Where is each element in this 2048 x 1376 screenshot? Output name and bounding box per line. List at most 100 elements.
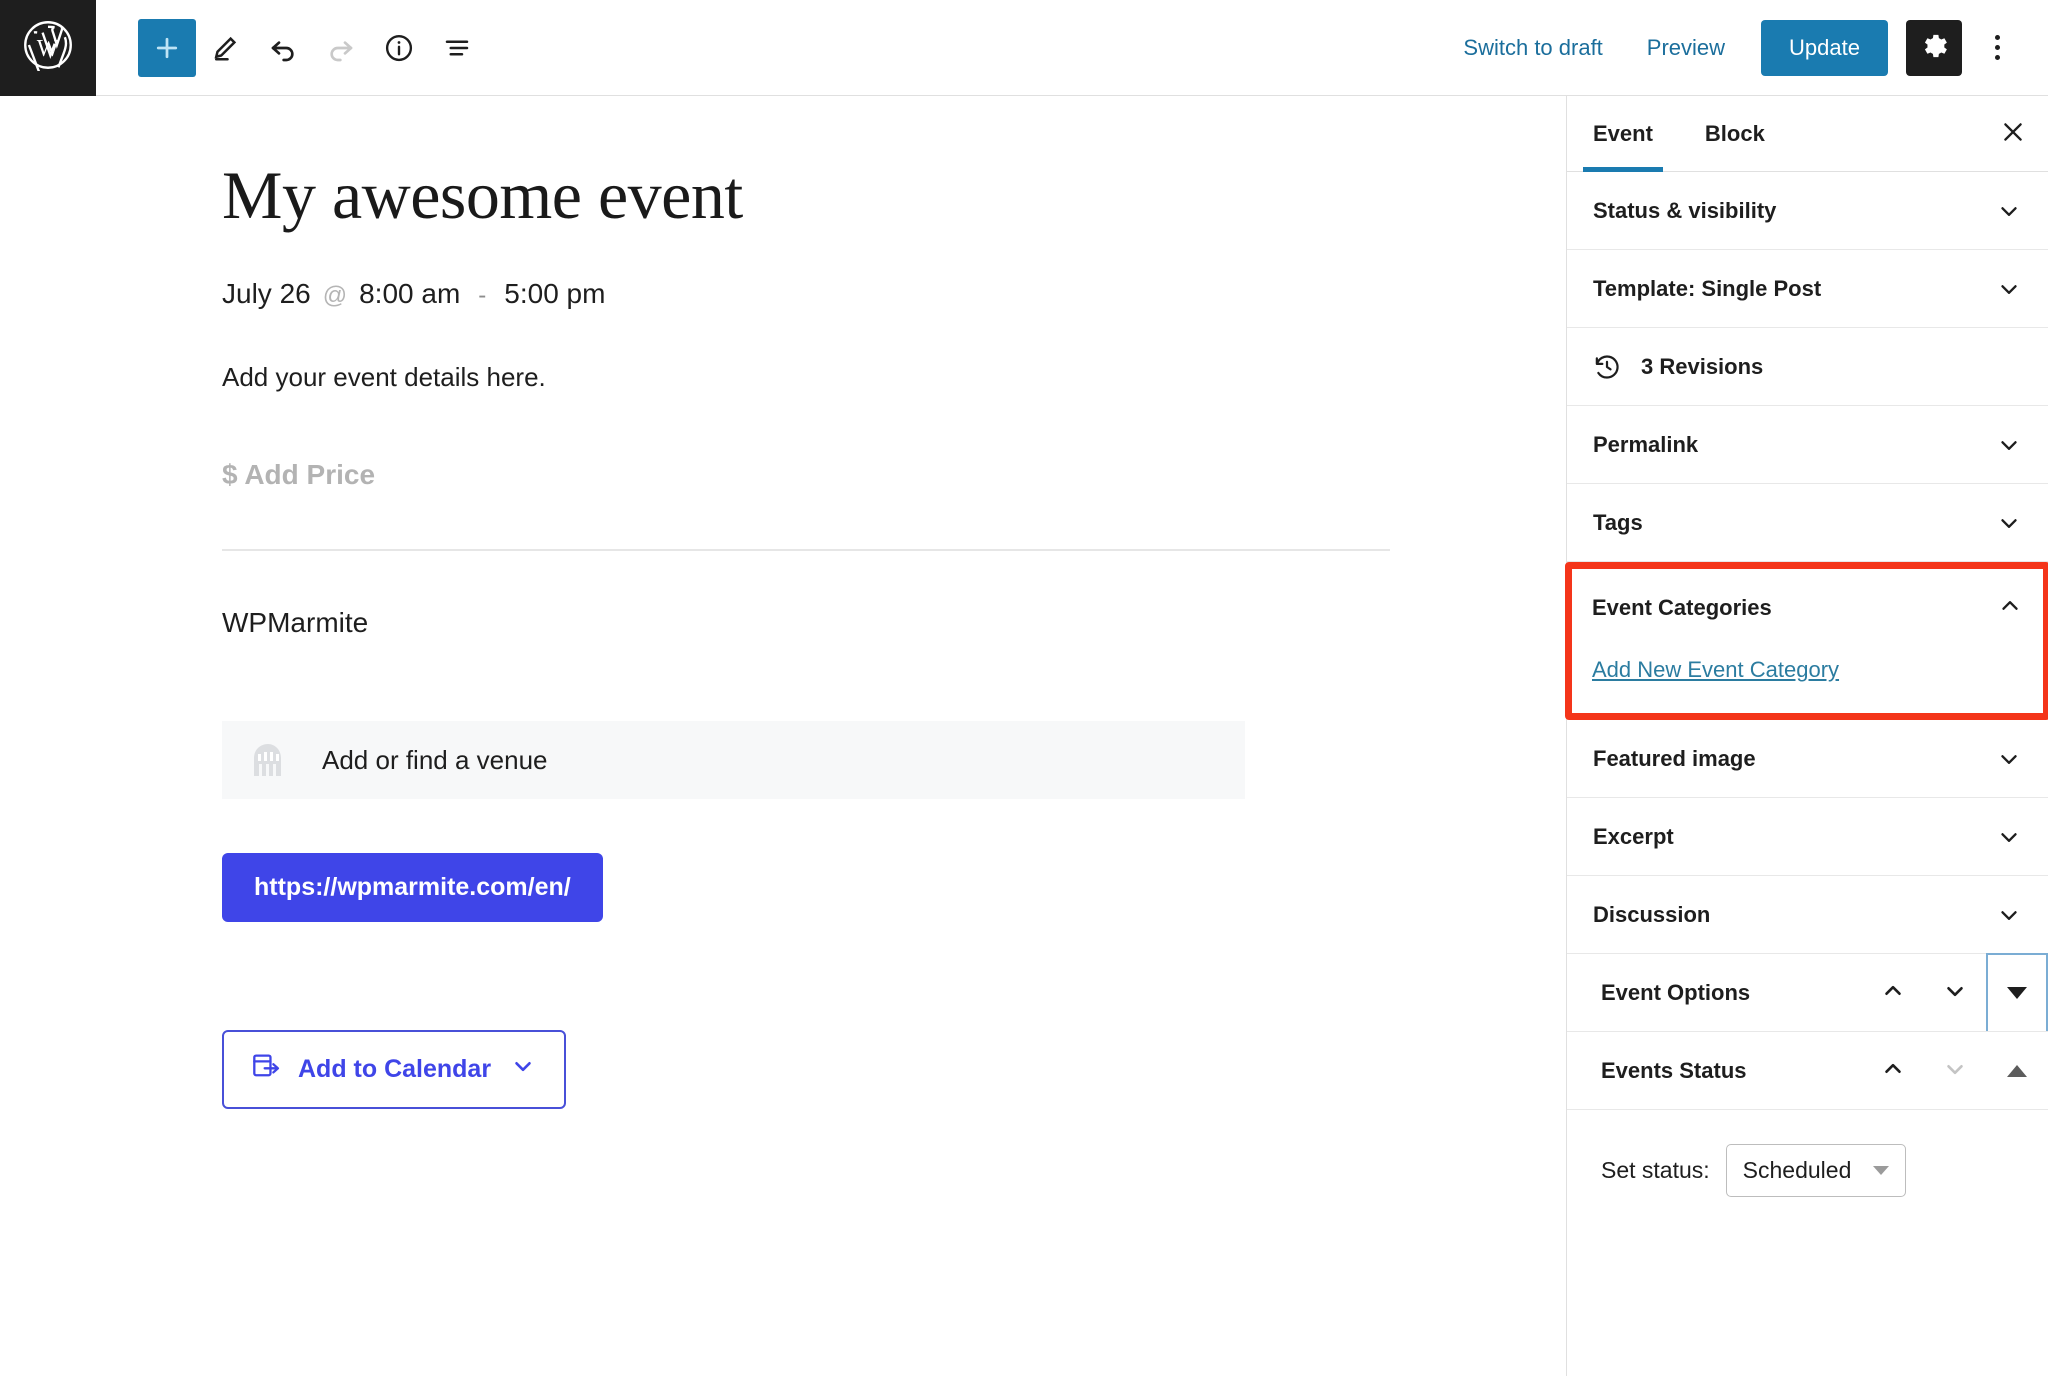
panel-label: Discussion: [1593, 901, 1711, 927]
metabox-events-status: Events Status: [1567, 1032, 2048, 1110]
settings-sidebar: Event Block Status & visibility Template…: [1565, 96, 2048, 1376]
revisions-clock-icon: [1593, 353, 1621, 381]
panel-template[interactable]: Template: Single Post: [1567, 250, 2048, 328]
panel-discussion[interactable]: Discussion: [1567, 876, 2048, 954]
wordpress-logo-icon: W: [22, 19, 74, 76]
list-view-icon: [442, 33, 472, 63]
caret-down-icon: [1873, 1166, 1890, 1175]
undo-button[interactable]: [254, 19, 312, 77]
move-down-button-disabled: [1924, 1032, 1986, 1109]
move-up-button[interactable]: [1862, 954, 1924, 1031]
chevron-down-icon: [1996, 824, 2022, 850]
event-categories-highlight: Event Categories Add New Event Category: [1565, 562, 2048, 720]
event-organizer[interactable]: WPMarmite: [222, 607, 1566, 639]
event-end-time[interactable]: 5:00 pm: [504, 278, 605, 310]
chevron-down-icon: [1996, 510, 2022, 536]
panel-label: Featured image: [1593, 745, 1756, 771]
panel-label: Permalink: [1593, 431, 1699, 457]
chevron-up-icon: [1880, 1056, 1906, 1085]
gear-icon: [1919, 31, 1949, 64]
toggle-panel-button[interactable]: [1986, 1032, 2048, 1109]
move-up-button[interactable]: [1862, 1032, 1924, 1109]
event-categories-body: Add New Event Category: [1572, 647, 2043, 713]
add-block-button[interactable]: [138, 18, 196, 77]
details-button[interactable]: [370, 19, 428, 77]
panel-excerpt[interactable]: Excerpt: [1567, 798, 2048, 876]
close-sidebar-button[interactable]: [1978, 96, 2048, 171]
chevron-down-icon: [1996, 198, 2022, 224]
set-status-label: Set status:: [1601, 1157, 1710, 1183]
metabox-controls: [1862, 953, 2048, 1031]
panel-status-visibility[interactable]: Status & visibility: [1567, 172, 2048, 250]
chevron-down-icon: [1942, 978, 1968, 1007]
venue-building-icon: [248, 742, 288, 778]
edit-tool-button[interactable]: [196, 19, 254, 77]
time-range-dash: -: [478, 282, 487, 310]
calendar-export-icon: [252, 1052, 282, 1087]
at-symbol: @: [322, 282, 348, 310]
page-title[interactable]: My awesome event: [222, 156, 1566, 234]
panel-revisions[interactable]: 3 Revisions: [1567, 328, 2048, 406]
update-button[interactable]: Update: [1761, 19, 1888, 76]
more-options-button[interactable]: [1972, 20, 2022, 76]
event-datetime-row: July 26 @ 8:00 am - 5:00 pm: [222, 278, 1566, 310]
metabox-label: Events Status: [1601, 1057, 1747, 1083]
caret-down-icon: [2007, 987, 2027, 999]
event-start-time[interactable]: 8:00 am: [359, 278, 460, 310]
wordpress-logo-button[interactable]: W: [0, 0, 96, 96]
chevron-up-icon: [1997, 593, 2023, 624]
redo-button[interactable]: [312, 19, 370, 77]
panel-event-categories[interactable]: Event Categories: [1572, 569, 2043, 647]
caret-up-icon: [2007, 1064, 2027, 1077]
chevron-down-icon: [510, 1053, 536, 1086]
panel-featured-image[interactable]: Featured image: [1567, 720, 2048, 798]
panel-tags[interactable]: Tags: [1567, 484, 2048, 562]
chevron-down-icon: [1996, 276, 2022, 302]
set-status-value: Scheduled: [1742, 1157, 1852, 1183]
post-editor-canvas: My awesome event July 26 @ 8:00 am - 5:0…: [0, 96, 1566, 1376]
close-icon: [1999, 118, 2027, 149]
chevron-down-icon: [1996, 432, 2022, 458]
add-to-calendar-button[interactable]: Add to Calendar: [222, 1030, 566, 1110]
panel-label: Template: Single Post: [1593, 275, 1822, 301]
pencil-icon: [210, 33, 240, 63]
plus-icon: [152, 33, 182, 63]
metabox-label: Event Options: [1601, 979, 1751, 1005]
event-description[interactable]: Add your event details here.: [222, 358, 1566, 397]
kebab-menu-icon: [1994, 35, 2000, 60]
event-date[interactable]: July 26: [222, 278, 311, 310]
panel-label: Event Categories: [1592, 595, 1772, 620]
tab-block[interactable]: Block: [1679, 96, 1791, 171]
panel-permalink[interactable]: Permalink: [1567, 406, 2048, 484]
chevron-down-icon: [1996, 902, 2022, 928]
set-status-select[interactable]: Scheduled: [1725, 1144, 1907, 1197]
event-website-button[interactable]: https://wpmarmite.com/en/: [222, 853, 603, 923]
add-venue-field[interactable]: Add or find a venue: [222, 721, 1245, 800]
add-to-calendar-label: Add to Calendar: [298, 1055, 492, 1084]
top-toolbar: W Switch to draft Preview Update: [0, 0, 2048, 96]
info-circle-icon: [384, 33, 414, 63]
add-price-placeholder[interactable]: $ Add Price: [222, 459, 1566, 491]
panel-label: Excerpt: [1593, 823, 1674, 849]
section-divider: [222, 549, 1390, 552]
add-new-event-category-link[interactable]: Add New Event Category: [1592, 657, 1839, 683]
list-view-button[interactable]: [428, 19, 486, 77]
metabox-controls: [1862, 1032, 2048, 1109]
panel-label: Status & visibility: [1593, 197, 1777, 223]
venue-placeholder-label: Add or find a venue: [322, 744, 548, 775]
top-actions: Switch to draft Preview Update: [1441, 19, 2048, 76]
chevron-down-icon-disabled: [1942, 1056, 1968, 1085]
toggle-panel-button[interactable]: [1986, 953, 2048, 1031]
panel-label: Tags: [1593, 509, 1643, 535]
preview-button[interactable]: Preview: [1625, 23, 1747, 73]
svg-text:W: W: [37, 36, 60, 62]
move-down-button[interactable]: [1924, 954, 1986, 1031]
undo-arrow-icon: [267, 32, 299, 64]
tab-event[interactable]: Event: [1567, 96, 1679, 172]
switch-to-draft-button[interactable]: Switch to draft: [1441, 23, 1624, 73]
settings-button[interactable]: [1906, 19, 1962, 76]
editor-tools: [138, 18, 486, 77]
metabox-event-options: Event Options: [1567, 953, 2048, 1032]
chevron-up-icon: [1880, 978, 1906, 1007]
chevron-down-icon: [1996, 746, 2022, 772]
